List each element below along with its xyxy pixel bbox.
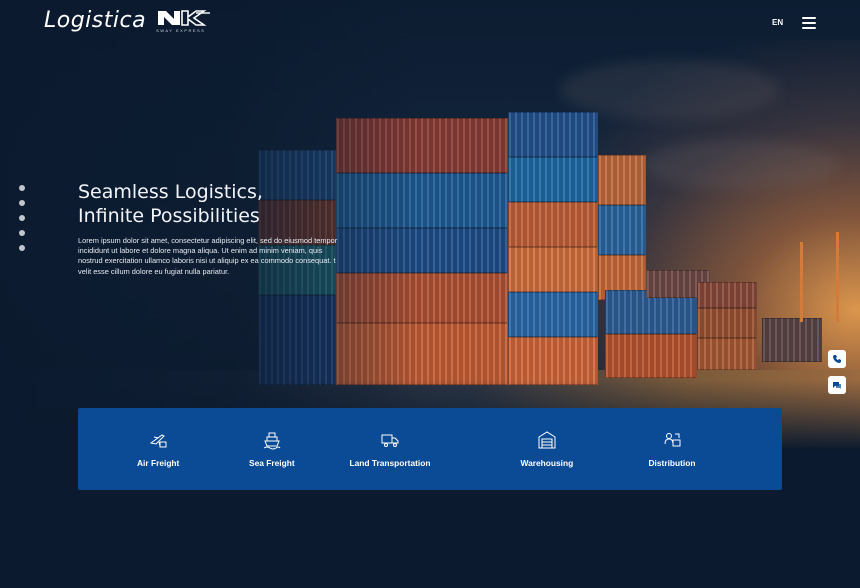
logo-wordmark: Logistica <box>44 8 147 33</box>
service-label: Warehousing <box>520 458 574 468</box>
shipping-container <box>697 308 757 338</box>
shipping-container <box>508 202 598 247</box>
cloud <box>640 140 840 190</box>
shipping-container <box>598 155 646 205</box>
headline-line: Infinite Possibilities <box>78 205 260 227</box>
service-warehousing[interactable]: Warehousing <box>520 430 574 468</box>
youtube-icon[interactable] <box>19 245 25 251</box>
chat-button[interactable] <box>828 376 846 394</box>
shipping-container <box>508 337 598 385</box>
warehouse-icon <box>538 431 556 449</box>
service-sea-freight[interactable]: Sea Freight <box>249 430 295 468</box>
services-bar: Air Freight Sea Freight Land Transportat… <box>78 408 782 490</box>
service-distribution[interactable]: Distribution <box>649 430 696 468</box>
shipping-container <box>508 247 598 292</box>
linkedin-icon[interactable] <box>19 230 25 236</box>
service-label: Distribution <box>648 458 696 468</box>
shipping-container <box>508 112 598 157</box>
sea-freight-icon <box>263 432 281 450</box>
shipping-container <box>697 282 757 308</box>
facebook-icon[interactable] <box>19 200 25 206</box>
hamburger-menu-icon[interactable] <box>802 17 816 29</box>
shipping-container <box>508 292 598 337</box>
instagram-icon[interactable] <box>19 185 25 191</box>
site-logo[interactable]: Logistica SWAY EXPRESS <box>44 8 212 33</box>
crane <box>800 242 803 322</box>
language-selector[interactable]: EN <box>772 18 783 27</box>
cloud <box>560 60 780 120</box>
shipping-container <box>605 334 697 378</box>
phone-button[interactable] <box>828 350 846 368</box>
service-label: Air Freight <box>137 458 180 468</box>
logo-tagline: SWAY EXPRESS <box>156 28 206 33</box>
service-air-freight[interactable]: Air Freight <box>137 430 179 468</box>
crane <box>836 232 839 322</box>
headline-line: Seamless Logistics, <box>78 181 263 203</box>
shipping-container <box>697 338 757 370</box>
hero-headline: Seamless Logistics, Infinite Possibiliti… <box>78 180 378 228</box>
menu-bar <box>802 27 816 29</box>
service-land-transportation[interactable]: Land Transportation <box>349 430 431 468</box>
service-label: Sea Freight <box>249 458 295 468</box>
logo-emblem: SWAY EXPRESS <box>156 9 212 33</box>
shipping-container <box>598 205 646 255</box>
menu-bar <box>802 22 816 24</box>
truck-icon <box>381 434 399 447</box>
menu-bar <box>802 17 816 19</box>
service-label: Land Transportation <box>349 458 431 468</box>
hero-description: Lorem ipsum dolor sit amet, consectetur … <box>78 236 338 276</box>
twitter-icon[interactable] <box>19 215 25 221</box>
air-freight-icon <box>149 434 167 448</box>
phone-icon <box>833 355 841 363</box>
distribution-icon <box>664 433 681 447</box>
chat-icon <box>833 382 841 389</box>
shipping-container <box>762 318 822 362</box>
nk-logo-icon <box>158 10 211 26</box>
social-links <box>19 185 25 251</box>
shipping-container <box>508 157 598 202</box>
